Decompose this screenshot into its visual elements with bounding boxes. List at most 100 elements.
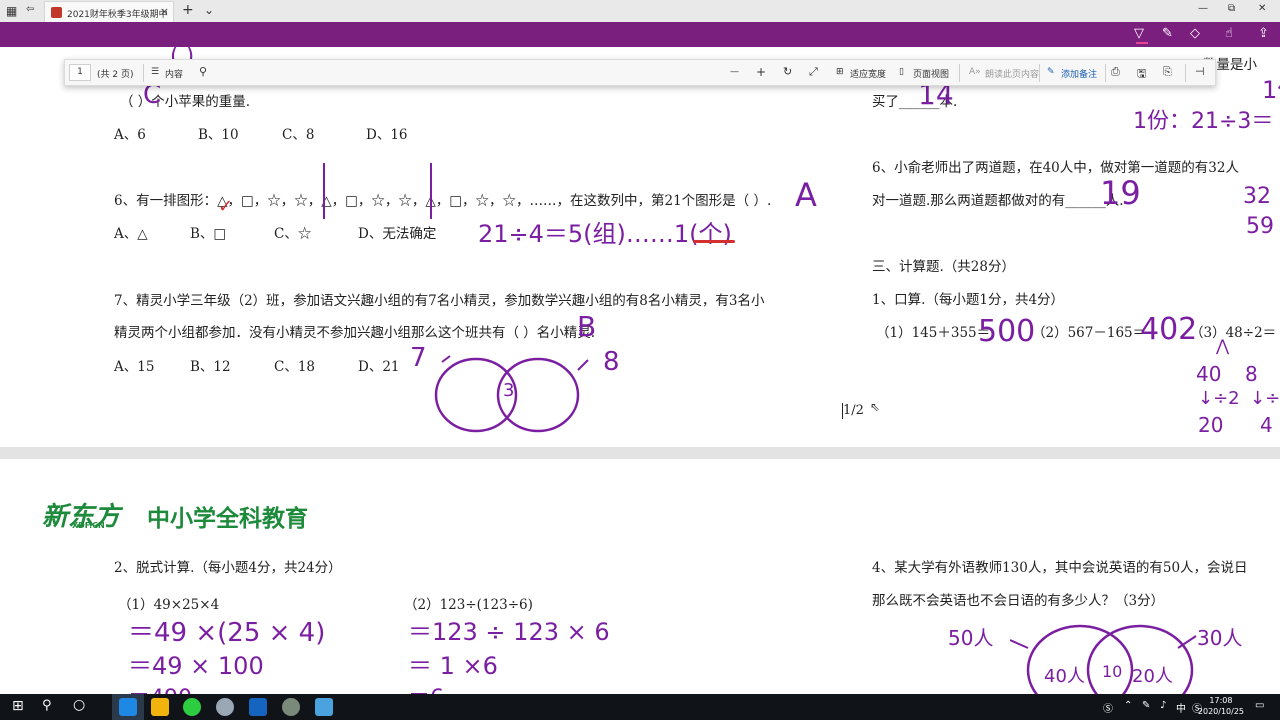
tray-pen-icon[interactable]: ✎ [1142, 700, 1150, 711]
add-note-icon[interactable]: ✎ [1047, 67, 1055, 77]
pin-toolbar-icon[interactable]: ⊣ [1195, 65, 1205, 78]
mouse-cursor-icon: ⇖ [870, 400, 881, 414]
hw-red-underline [693, 240, 735, 243]
oral-2: （2）567－165＝ [1032, 325, 1147, 341]
text-caret [842, 403, 843, 419]
app-icon-4[interactable] [216, 698, 234, 716]
read-aloud-button[interactable]: 朗读此页内容 [985, 67, 1039, 80]
app-icon-6[interactable] [282, 698, 300, 716]
pdf-favicon-icon [51, 7, 62, 18]
q7-line1: 7、精灵小学三年级（2）班，参加语文兴趣小组的有7名小精灵，参加数学兴趣小组的有… [114, 293, 765, 309]
oral-3: （3）48÷2＝ [1190, 325, 1277, 341]
hw-r-note1: 1份：21÷3＝ [1133, 109, 1274, 134]
q7-option-c: C、18 [274, 359, 316, 375]
hw-split-b: 8 [1245, 362, 1258, 386]
new-tab-icon[interactable]: + [182, 2, 194, 18]
hw-check-mark: ✓ [218, 196, 234, 217]
tab-title: 2021财年秋季3年级期中 [67, 10, 168, 20]
windows-start-icon[interactable]: ⊞ [12, 698, 24, 714]
close-window-icon[interactable]: ✕ [1258, 3, 1266, 14]
q5-option-d: D、16 [366, 127, 408, 143]
hw-res-a: 20 [1198, 413, 1224, 437]
page-view-icon[interactable]: ▯ [899, 67, 904, 77]
add-note-button[interactable]: 添加备注 [1061, 67, 1097, 80]
search-icon[interactable]: ⚲ [42, 698, 52, 713]
taskbar-clock[interactable]: 17:08 2020/10/25 [1198, 695, 1244, 717]
app-icon-7[interactable] [315, 698, 333, 716]
task-view-icon[interactable]: ○ [73, 697, 85, 713]
app-menu-icon[interactable]: ▦ [6, 4, 17, 18]
q7-option-b: B、12 [190, 359, 231, 375]
file-explorer-icon[interactable] [151, 698, 169, 716]
toolbar-divider-2 [959, 64, 960, 82]
hw-ans-1: 500 [978, 314, 1036, 349]
hw-c2-l1: ＝123 ÷ 123 × 6 [408, 618, 610, 646]
highlighter-icon[interactable]: ▽ [1134, 26, 1144, 41]
hw-r-note2: 32 [1243, 184, 1271, 209]
q4-line1: 4、某大学有外语教师130人，其中会说英语的有50人，会说日 [872, 560, 1248, 576]
section3-title: 三、计算题.（共28分） [872, 259, 1015, 275]
q5-line: （ ）个小苹果的重量. [120, 94, 251, 110]
calc-1: （1）49×25×4 [118, 597, 220, 613]
eraser-icon[interactable]: ◇ [1190, 26, 1200, 41]
active-tool-indicator [1136, 42, 1148, 44]
restore-icon[interactable]: ⧉ [1228, 3, 1235, 14]
share-icon[interactable]: ⇪ [1258, 26, 1269, 41]
page-total: (共 2 页) [97, 70, 134, 80]
fit-width-icon[interactable]: ⊞ [836, 67, 844, 77]
hw-c1-l1: ＝49 ×(25 × 4) [128, 618, 326, 648]
hw-divider-2 [430, 163, 432, 219]
zoom-out-button[interactable]: — [730, 67, 739, 77]
app-icon-5[interactable] [249, 698, 267, 716]
clock-time: 17:08 [1209, 696, 1233, 705]
q6-option-a: A、△ [114, 226, 148, 242]
q5-option-c: C、8 [282, 127, 315, 143]
save-as-icon[interactable]: ⎘ [1163, 65, 1172, 79]
q6-option-d: D、无法确定 [358, 226, 437, 242]
fullscreen-icon[interactable]: ⤢ [809, 65, 818, 79]
tray-chevron-icon[interactable]: ⌃ [1124, 700, 1132, 711]
tab-close-icon[interactable]: × [160, 5, 169, 18]
minimize-icon[interactable]: — [1198, 3, 1208, 14]
tab-back-icon[interactable]: ⇦ [26, 4, 34, 15]
hw-venn-right-label: 8 [603, 347, 620, 377]
pen-color-icon[interactable]: ✎ [1162, 26, 1173, 41]
hw-q7-answer: B [577, 310, 597, 343]
browser-title-bar: ▦ ⇦ 2021财年秋季3年级期中 × + ⌄ — ⧉ ✕ [0, 0, 1280, 22]
page-number-input[interactable]: 1 [69, 64, 91, 81]
hw-venn2-a: 40人 [1044, 666, 1085, 687]
contents-button[interactable]: 内容 [165, 67, 183, 80]
rotate-icon[interactable]: ↻ [783, 65, 792, 78]
contents-icon[interactable]: ☰ [151, 67, 159, 77]
volume-icon[interactable]: ♪ [1160, 700, 1166, 711]
tab-exam-pdf[interactable]: 2021财年秋季3年级期中 × [44, 1, 174, 22]
search-icon[interactable]: ⚲ [199, 65, 207, 78]
brand-title: 中小学全科教育 [147, 506, 308, 532]
q7-line2: 精灵两个小组都参加．没有小精灵不参加兴趣小组那么这个班共有（ ）名小精灵. [114, 325, 596, 341]
hw-top-right: 1份 [1262, 76, 1280, 104]
hw-venn-mid-label: 3 [503, 380, 515, 401]
zoom-in-button[interactable]: + [756, 65, 766, 79]
fit-width-button[interactable]: 适应宽度 [850, 67, 886, 80]
wechat-icon[interactable] [183, 698, 201, 716]
touch-icon[interactable]: ☝ [1225, 26, 1233, 41]
r-q6-line2: 对一道题.那么两道题都做对的有______人. [872, 193, 1124, 209]
read-aloud-icon[interactable]: A» [969, 67, 981, 77]
hw-split-mark: ⋀ [1216, 336, 1230, 355]
ime-indicator[interactable]: 中 [1176, 700, 1186, 715]
browser-app-icon[interactable] [119, 698, 137, 716]
hw-r-q6-answer: 19 [1100, 174, 1141, 212]
page-view-button[interactable]: 页面视图 [913, 67, 949, 80]
print-icon[interactable]: ⎙ [1111, 65, 1120, 79]
tab-menu-icon[interactable]: ⌄ [204, 3, 214, 17]
hw-venn2-diagram [1010, 624, 1197, 694]
save-icon[interactable]: 🖫 [1137, 65, 1146, 84]
q6-option-b: B、□ [190, 226, 227, 242]
tray-app-icon[interactable]: Ⓢ [1103, 700, 1113, 715]
clock-date: 2020/10/25 [1197, 707, 1244, 716]
hw-venn-diagram [434, 355, 589, 433]
toolbar-divider-3 [1039, 64, 1040, 82]
notifications-icon[interactable]: ▭ [1255, 700, 1264, 711]
sub1-title: 1、口算.（每小题1分，共4分） [872, 292, 1065, 308]
page-indicator: 1/2 [843, 403, 864, 418]
